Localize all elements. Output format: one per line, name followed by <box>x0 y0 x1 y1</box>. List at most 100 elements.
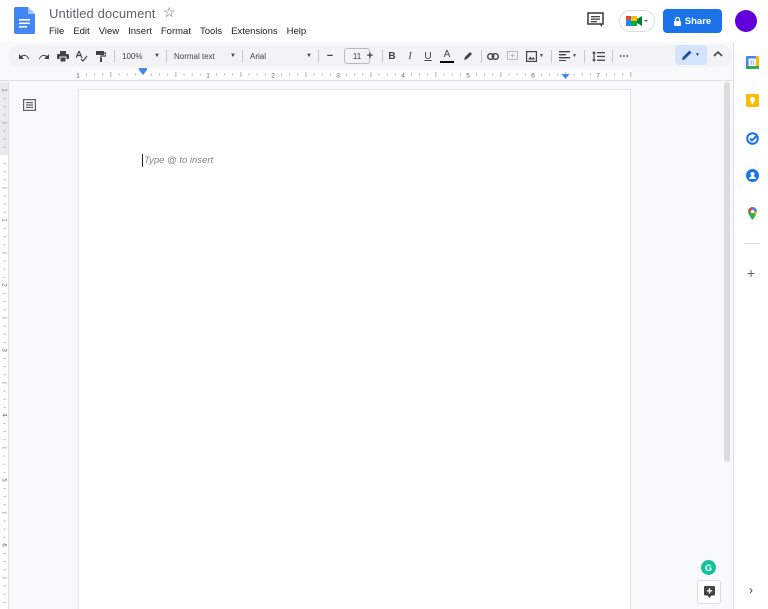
underline-button[interactable]: U <box>420 45 436 67</box>
ruler-tick <box>411 73 412 76</box>
ruler-tick <box>3 146 6 148</box>
left-indent-marker-bar[interactable] <box>139 68 147 70</box>
ruler-tick <box>2 317 7 319</box>
calendar-icon[interactable]: 31 <box>746 56 759 69</box>
bold-icon: B <box>388 50 396 62</box>
svg-text:31: 31 <box>749 60 755 66</box>
ruler-tick <box>419 73 421 76</box>
ruler-tick <box>508 73 510 76</box>
contacts-icon[interactable] <box>746 169 759 182</box>
menu-edit[interactable]: Edit <box>73 26 89 37</box>
ruler-ticks: 1 1 2 3 4 5 6 7 <box>76 68 632 80</box>
insert-link-button[interactable] <box>485 45 501 67</box>
toolbar-divider <box>481 50 482 63</box>
zoom-select[interactable]: 100% ▼ <box>120 45 162 67</box>
maps-icon[interactable] <box>746 207 759 220</box>
toolbar: 100% ▼ Normal text ▼ Arial ▼ − 11 + B I … <box>8 45 732 67</box>
insert-image-button[interactable]: ▼ <box>523 45 547 67</box>
vertical-scrollbar[interactable] <box>724 82 730 462</box>
ruler-tick <box>524 73 526 76</box>
line-spacing-button[interactable] <box>590 45 606 67</box>
menu-format[interactable]: Format <box>161 26 191 37</box>
ruler-tick <box>2 252 7 254</box>
ruler-tick <box>102 73 104 76</box>
ruler-label: 2 <box>271 73 275 80</box>
decrease-font-size-button[interactable]: − <box>322 45 338 67</box>
ruler-tick <box>3 439 6 441</box>
ruler-label: 1 <box>76 73 80 80</box>
document-outline-icon[interactable] <box>23 99 36 111</box>
ruler-tick <box>484 73 486 76</box>
grammarly-icon[interactable]: G <box>701 560 716 575</box>
ruler-tick <box>3 130 6 132</box>
ruler-tick <box>297 73 299 76</box>
ruler-label: 4 <box>401 73 405 80</box>
document-title[interactable]: Untitled document <box>49 6 155 21</box>
bold-button[interactable]: B <box>384 45 400 67</box>
tasks-icon[interactable] <box>746 132 759 145</box>
menu-insert[interactable]: Insert <box>128 26 152 37</box>
ruler-tick <box>573 73 575 76</box>
align-button[interactable]: ▼ <box>556 45 580 67</box>
italic-button[interactable]: I <box>402 45 418 67</box>
ruler-label: 3 <box>336 73 340 80</box>
highlight-button[interactable] <box>460 45 476 67</box>
ruler-tick <box>3 309 6 311</box>
vertical-ruler[interactable]: 1 1 2 3 4 5 6 <box>0 82 9 609</box>
print-button[interactable] <box>55 45 71 67</box>
more-options-button[interactable]: ⋯ <box>616 45 632 67</box>
increase-font-size-button[interactable]: + <box>362 45 378 67</box>
menu-help[interactable]: Help <box>287 26 307 37</box>
add-comment-button[interactable] <box>504 45 520 67</box>
comment-history-icon[interactable] <box>587 12 604 27</box>
ruler-tick <box>199 73 201 76</box>
explore-button[interactable] <box>697 580 721 604</box>
show-side-panel-button[interactable]: › <box>749 583 753 597</box>
ruler-label: 7 <box>596 73 600 80</box>
align-left-icon <box>559 51 571 61</box>
menu-tools[interactable]: Tools <box>200 26 222 37</box>
horizontal-ruler[interactable]: 1 1 2 3 4 5 6 7 <box>0 68 732 81</box>
left-indent-marker[interactable] <box>139 70 147 75</box>
paragraph-style-select[interactable]: Normal text ▼ <box>172 45 238 67</box>
menu-view[interactable]: View <box>99 26 119 37</box>
ruler-tick <box>3 276 6 278</box>
redo-icon <box>39 54 49 60</box>
ruler-tick <box>3 455 6 457</box>
ruler-tick <box>3 488 6 489</box>
menu-file[interactable]: File <box>49 26 64 37</box>
star-icon[interactable]: ☆ <box>163 4 176 21</box>
ruler-tick <box>3 406 6 408</box>
spellcheck-button[interactable] <box>74 45 90 67</box>
menu-bar: File Edit View Insert Format Tools Exten… <box>49 26 315 37</box>
get-add-ons-button[interactable]: + <box>747 265 755 281</box>
ruler-tick <box>264 73 266 76</box>
undo-button[interactable] <box>16 45 32 67</box>
account-avatar[interactable] <box>735 10 757 32</box>
share-button[interactable]: Share <box>663 9 722 33</box>
text-color-button[interactable]: A <box>438 45 456 67</box>
editing-mode-button[interactable]: ▼ <box>675 45 707 65</box>
ruler-tick <box>281 73 282 76</box>
docs-logo-icon[interactable] <box>14 7 35 34</box>
keep-icon[interactable] <box>746 94 759 107</box>
spellcheck-icon <box>76 50 88 62</box>
toolbar-divider <box>242 50 243 63</box>
paint-format-button[interactable] <box>93 45 109 67</box>
ruler-tick <box>3 374 6 376</box>
redo-button[interactable] <box>36 45 52 67</box>
ruler-tick <box>216 73 217 76</box>
ruler-tick <box>167 73 169 76</box>
ruler-tick <box>3 431 6 433</box>
font-family-value: Arial <box>250 51 267 61</box>
hide-menus-button[interactable] <box>713 49 723 60</box>
right-indent-marker[interactable] <box>561 74 570 79</box>
document-page[interactable]: Type @ to insert <box>79 90 630 609</box>
menu-extensions[interactable]: Extensions <box>231 26 277 37</box>
ruler-tick <box>500 72 502 77</box>
font-family-select[interactable]: Arial ▼ <box>248 45 314 67</box>
meet-button[interactable] <box>619 10 655 32</box>
ruler-ticks: 1 1 2 3 4 5 6 <box>1 88 7 603</box>
image-icon <box>526 50 538 62</box>
text-color-icon: A <box>443 48 451 60</box>
